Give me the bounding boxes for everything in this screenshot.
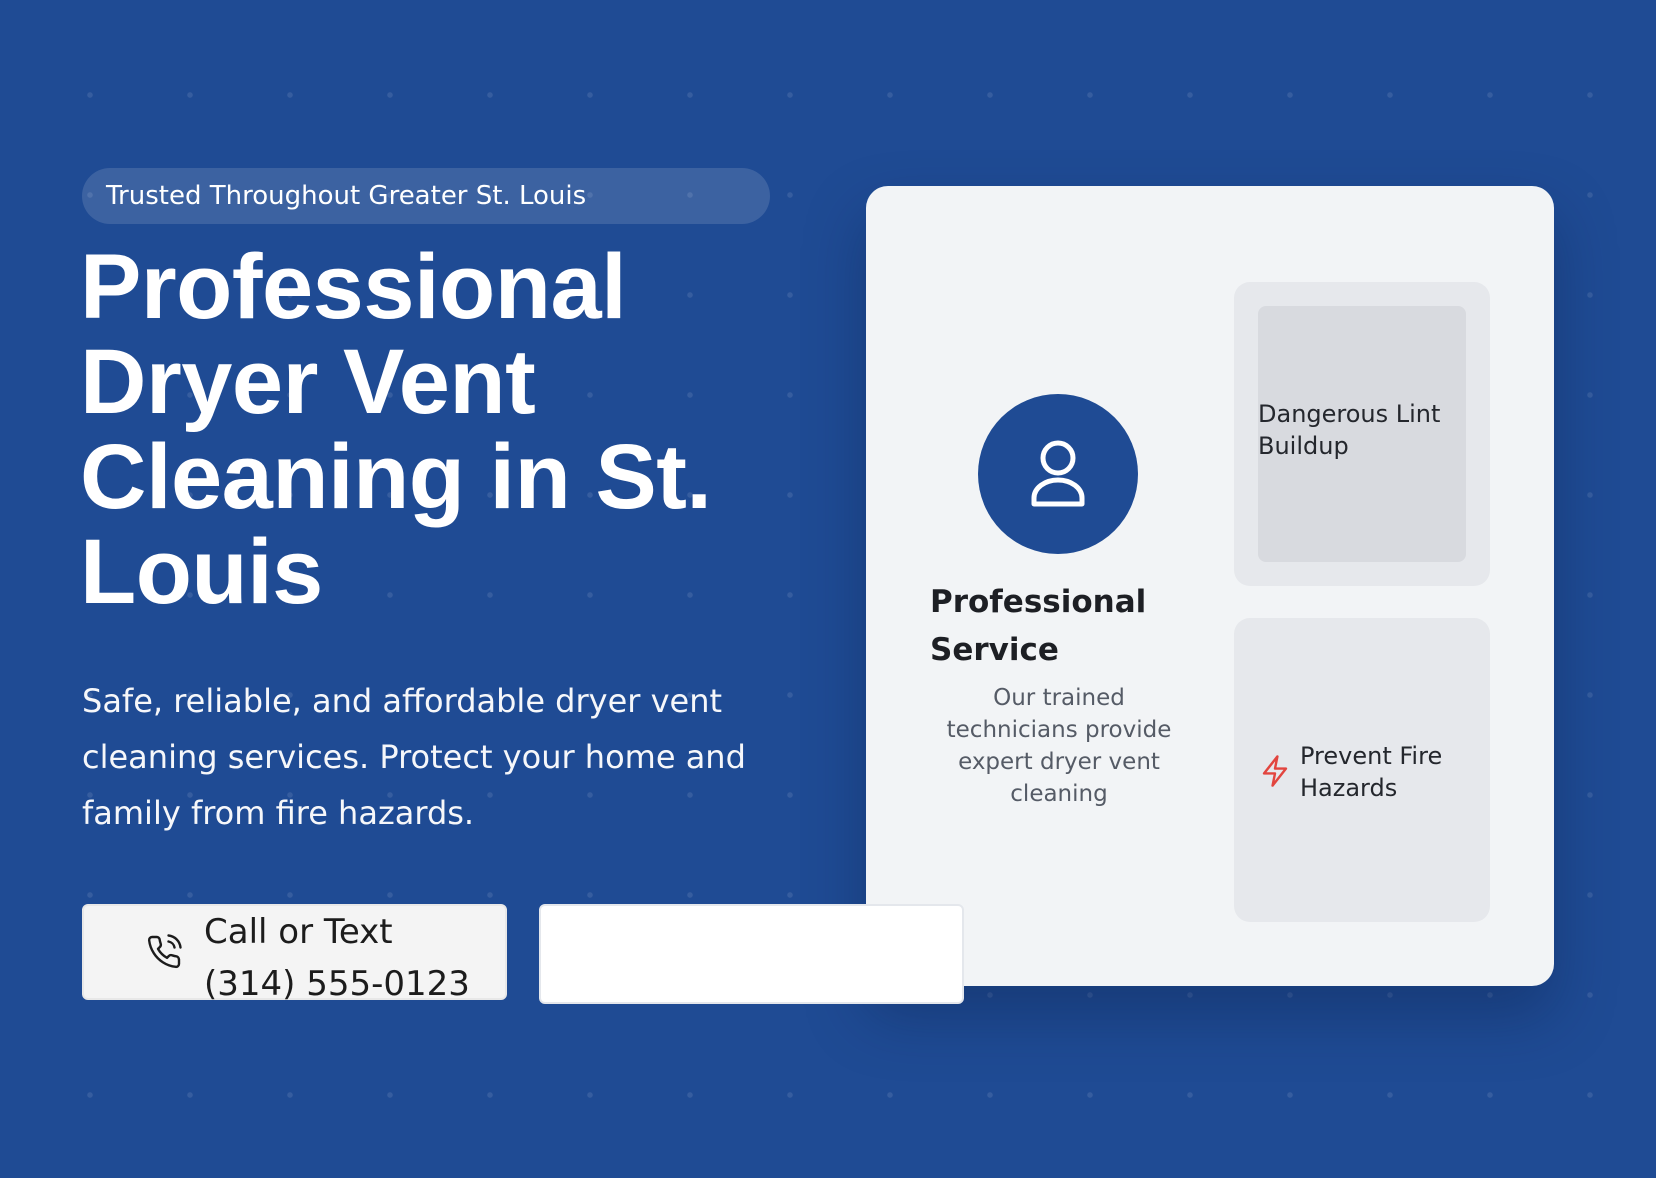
- secondary-cta-button[interactable]: [539, 904, 964, 1004]
- call-or-text-button[interactable]: Call or Text (314) 555-0123: [82, 904, 507, 1004]
- trust-badge: Trusted Throughout Greater St. Louis: [82, 168, 770, 224]
- hero-title: Professional Dryer Vent Cleaning in St. …: [80, 236, 712, 623]
- services-card: Professional Service Our trained technic…: [866, 186, 1554, 986]
- service-title: Professional Service: [930, 584, 1147, 668]
- lightning-bolt-icon: [1262, 755, 1288, 787]
- phone-icon: [147, 934, 182, 969]
- lint-buildup-label: Dangerous Lint Buildup: [1258, 400, 1441, 460]
- call-button-text: Call or Text (314) 555-0123: [204, 906, 470, 1010]
- hero-description: Safe, reliable, and affordable dryer ven…: [82, 682, 746, 832]
- service-description: Our trained technicians provide expert d…: [946, 685, 1172, 807]
- phone-number: (314) 555-0123: [204, 964, 470, 1004]
- user-icon: [1031, 440, 1085, 507]
- fire-hazards-panel: Prevent Fire Hazards: [1234, 618, 1490, 922]
- call-label: Call or Text: [204, 912, 393, 952]
- user-icon-circle: [978, 394, 1138, 554]
- fire-hazards-label: Prevent Fire Hazards: [1300, 742, 1443, 802]
- lint-buildup-panel: Dangerous Lint Buildup: [1234, 282, 1490, 586]
